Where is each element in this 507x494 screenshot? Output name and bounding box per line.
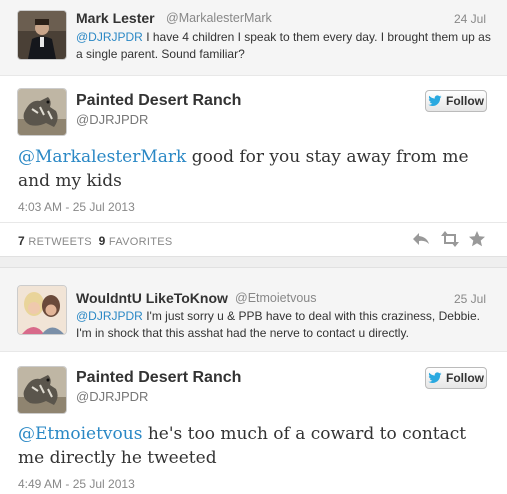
tweet-text: @MarkalesterMark good for you stay away …: [18, 145, 488, 193]
avatar-wouldntu[interactable]: [17, 285, 67, 335]
favorites-count: 9: [98, 234, 106, 248]
reply-mention-link[interactable]: @DJRJPDR: [76, 309, 143, 323]
favorites-stat[interactable]: 9 FAVORITES: [98, 234, 173, 248]
follow-button-label: Follow: [446, 94, 484, 108]
follow-button[interactable]: Follow: [425, 367, 487, 389]
twitter-bird-icon: [428, 95, 442, 106]
reply-date[interactable]: 25 Jul: [454, 292, 486, 306]
tweet-timestamp[interactable]: 4:03 AM - 25 Jul 2013: [18, 200, 135, 214]
reply-text: @DJRJPDR I'm just sorry u & PPB have to …: [76, 308, 491, 342]
main-tweet-painted-desert-2: Painted Desert Ranch @DJRJPDR Follow @Et…: [0, 352, 507, 494]
reply-author-handle[interactable]: @Etmoietvous: [235, 291, 316, 305]
tweet-author-handle[interactable]: @DJRJPDR: [76, 112, 148, 127]
reply-author-name[interactable]: WouldntU LikeToKnow: [76, 290, 228, 306]
avatar-mark-lester[interactable]: [17, 10, 67, 60]
avatar-painted-desert[interactable]: [17, 88, 67, 136]
tweet-mention-link[interactable]: @MarkalesterMark: [18, 147, 186, 167]
tweet-author-name[interactable]: Painted Desert Ranch: [76, 369, 241, 387]
reply-tweet-wouldntu: WouldntU LikeToKnow @Etmoietvous 25 Jul …: [0, 268, 507, 352]
tweet-actions: [412, 230, 486, 248]
favorite-icon[interactable]: [468, 230, 486, 248]
tweet-author-name[interactable]: Painted Desert Ranch: [76, 92, 241, 110]
reply-author-handle[interactable]: @MarkalesterMark: [166, 11, 272, 25]
reply-tweet-mark-lester: Mark Lester @MarkalesterMark 24 Jul @DJR…: [0, 0, 507, 76]
retweets-stat[interactable]: 7 RETWEETS: [18, 234, 92, 248]
tweet-mention-link[interactable]: @Etmoietvous: [18, 424, 142, 444]
tweet-timestamp[interactable]: 4:49 AM - 25 Jul 2013: [18, 477, 135, 491]
tweet-text: @Etmoietvous he's too much of a coward t…: [18, 422, 488, 470]
follow-button[interactable]: Follow: [425, 90, 487, 112]
reply-icon[interactable]: [412, 230, 430, 248]
retweets-count: 7: [18, 234, 25, 248]
stats-divider: [0, 222, 507, 223]
reply-date[interactable]: 24 Jul: [454, 12, 486, 26]
twitter-bird-icon: [428, 372, 442, 383]
reply-author-name[interactable]: Mark Lester: [76, 10, 155, 26]
retweet-icon[interactable]: [440, 230, 459, 248]
favorites-label: FAVORITES: [108, 236, 173, 248]
follow-button-label: Follow: [446, 371, 484, 385]
conversation-gap: [0, 256, 507, 268]
reply-text: @DJRJPDR I have 4 children I speak to th…: [76, 29, 491, 63]
tweet-author-handle[interactable]: @DJRJPDR: [76, 389, 148, 404]
reply-mention-link[interactable]: @DJRJPDR: [76, 30, 143, 44]
tweet-stats: 7 RETWEETS 9 FAVORITES: [18, 234, 173, 248]
avatar-painted-desert[interactable]: [17, 366, 67, 414]
retweets-label: RETWEETS: [28, 236, 92, 248]
main-tweet-painted-desert-1: Painted Desert Ranch @DJRJPDR Follow @Ma…: [0, 76, 507, 256]
